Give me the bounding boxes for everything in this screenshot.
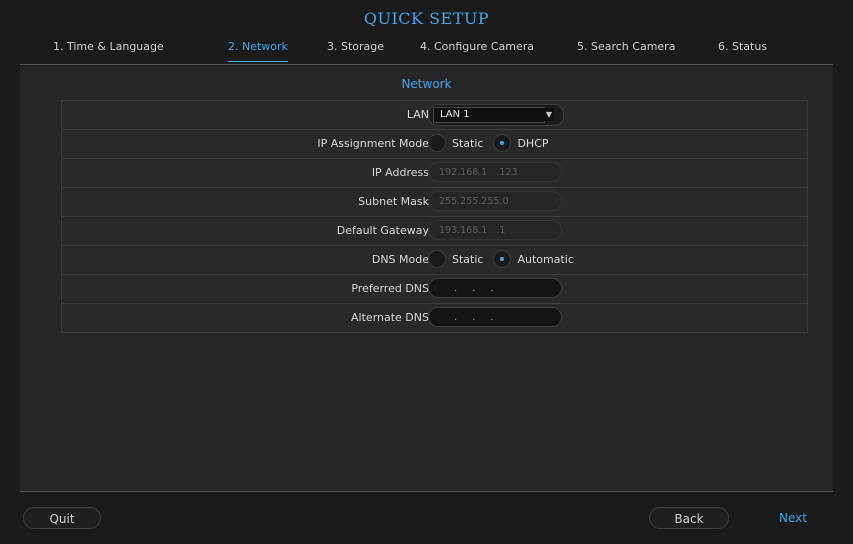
preferred-dns-label: Preferred DNS [351, 282, 429, 295]
dns-mode-radio-group: Static Automatic [428, 249, 574, 269]
ip-address-field[interactable]: 192.168.1 .123 [428, 162, 562, 182]
tab-search-camera[interactable]: 5. Search Camera [577, 40, 675, 53]
row-subnet-mask: Subnet Mask 255.255.255.0 [62, 188, 807, 217]
ip-mode-label: IP Assignment Mode [317, 137, 429, 150]
tab-status[interactable]: 6. Status [718, 40, 767, 53]
alternate-dns-field[interactable]: . . . [428, 307, 562, 327]
row-ip-mode: IP Assignment Mode Static DHCP [62, 130, 807, 159]
lan-label: LAN [406, 108, 429, 121]
default-gateway-label: Default Gateway [336, 224, 429, 237]
network-form: LAN LAN 1 ▼ IP Assignment Mode Static DH… [61, 100, 808, 333]
row-dns-mode: DNS Mode Static Automatic [62, 246, 807, 275]
tab-time-language[interactable]: 1. Time & Language [53, 40, 164, 53]
dns-mode-static-label: Static [452, 252, 484, 266]
quit-button[interactable]: Quit [23, 507, 101, 529]
ip-address-label: IP Address [371, 166, 429, 179]
row-preferred-dns: Preferred DNS . . . [62, 275, 807, 304]
next-button[interactable]: Next [753, 507, 833, 529]
tab-storage[interactable]: 3. Storage [327, 40, 384, 53]
ip-mode-dhcp-radio[interactable] [493, 134, 512, 152]
tab-configure-camera[interactable]: 4. Configure Camera [420, 40, 534, 53]
dns-mode-automatic-label: Automatic [517, 252, 574, 266]
row-ip-address: IP Address 192.168.1 .123 [62, 159, 807, 188]
subnet-mask-label: Subnet Mask [358, 195, 429, 208]
tab-network[interactable]: 2. Network [228, 40, 288, 62]
ip-mode-dhcp-label: DHCP [517, 136, 549, 150]
network-panel: Network LAN LAN 1 ▼ IP Assignment Mode S… [20, 66, 833, 492]
chevron-down-icon[interactable]: ▼ [544, 108, 554, 121]
window-title: QUICK SETUP [363, 9, 490, 28]
alternate-dns-label: Alternate DNS [351, 311, 429, 324]
preferred-dns-field[interactable]: . . . [428, 278, 562, 298]
ip-mode-radio-group: Static DHCP [428, 133, 549, 153]
row-default-gateway: Default Gateway 193.168.1 .1 [62, 217, 807, 246]
ip-mode-static-radio[interactable] [428, 134, 446, 152]
dns-mode-static-radio[interactable] [428, 250, 446, 268]
row-alternate-dns: Alternate DNS . . . [62, 304, 807, 332]
section-title: Network [401, 77, 452, 91]
default-gateway-field[interactable]: 193.168.1 .1 [428, 220, 562, 240]
step-tabs: 1. Time & Language 2. Network 3. Storage… [20, 40, 833, 65]
dns-mode-label: DNS Mode [371, 253, 429, 266]
lan-select-value: LAN 1 [433, 107, 545, 123]
ip-mode-static-label: Static [452, 136, 484, 150]
subnet-mask-field[interactable]: 255.255.255.0 [428, 191, 562, 211]
back-button[interactable]: Back [649, 507, 729, 529]
row-lan: LAN LAN 1 ▼ [62, 101, 807, 130]
dns-mode-automatic-radio[interactable] [493, 250, 512, 268]
lan-select[interactable]: LAN 1 ▼ [428, 104, 564, 126]
